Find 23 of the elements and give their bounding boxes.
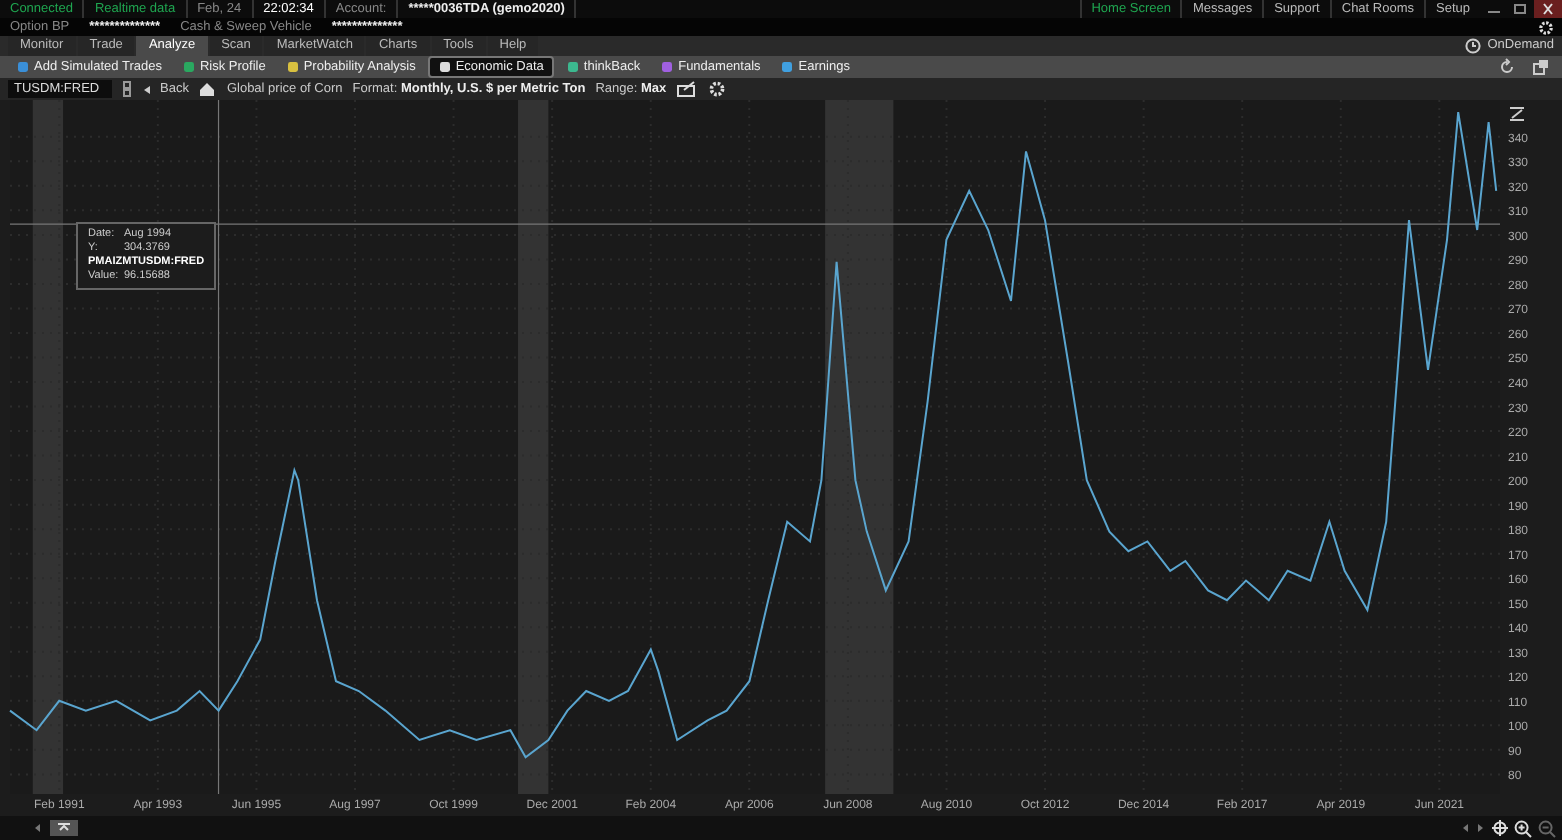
toolbar-icon: [437, 60, 452, 74]
zoom-out-icon[interactable]: [1538, 819, 1556, 837]
close-icon[interactable]: [1534, 0, 1562, 18]
zoom-in-icon[interactable]: [1514, 819, 1532, 837]
refresh-icon[interactable]: [1498, 58, 1516, 76]
toolbar-icon: [565, 60, 580, 74]
back-arrow-icon: [142, 83, 152, 95]
detach-icon[interactable]: [1532, 58, 1550, 76]
scroll-thumb[interactable]: [50, 820, 78, 836]
scroll-left-icon[interactable]: [1460, 822, 1470, 834]
clock-icon: [1463, 38, 1482, 54]
crosshair-icon[interactable]: [1492, 820, 1508, 836]
scroll-left-icon[interactable]: [32, 822, 44, 834]
toolbar-icon: [181, 60, 196, 74]
settings-icon[interactable]: [708, 80, 727, 98]
toolbar-icon: [780, 60, 795, 74]
toolbar-icon: [285, 60, 300, 74]
toolbar-icon: [16, 60, 30, 74]
share-icon[interactable]: [676, 80, 699, 98]
toolbar-icon: [660, 60, 675, 74]
settings-icon[interactable]: [1538, 19, 1554, 35]
scroll-right-icon[interactable]: [1476, 822, 1486, 834]
maximize-icon[interactable]: [1508, 0, 1532, 18]
